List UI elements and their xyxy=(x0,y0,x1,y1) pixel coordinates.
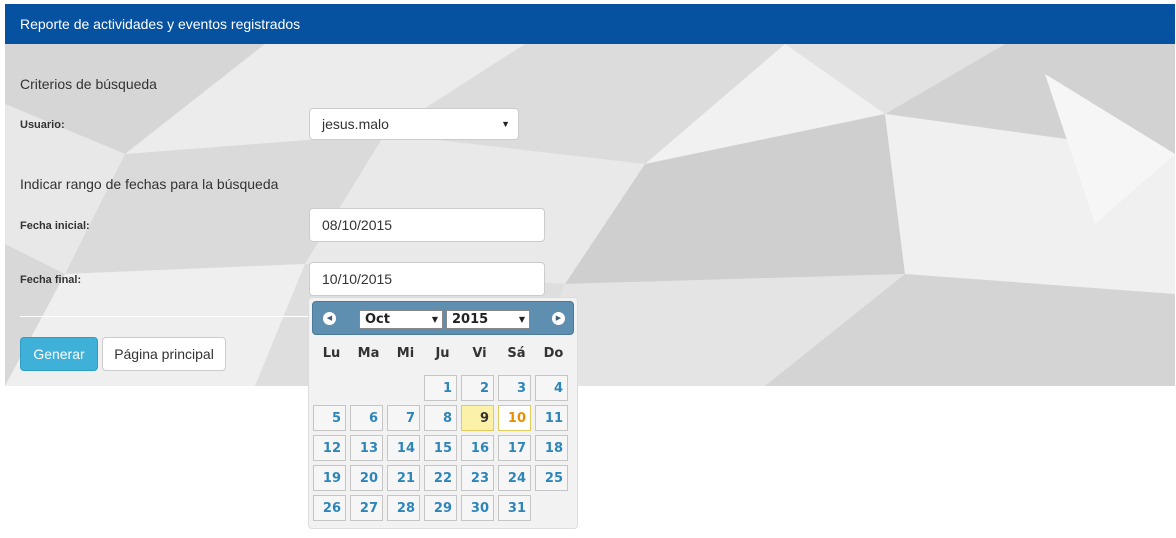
calendar-day[interactable]: 25 xyxy=(535,465,568,491)
user-select[interactable]: jesus.malo ▼ xyxy=(309,108,519,140)
weekday-header: Lu xyxy=(322,346,341,361)
weekday-header: Vi xyxy=(472,346,487,361)
end-date-input[interactable]: 10/10/2015 xyxy=(309,262,545,296)
start-date-input[interactable]: 08/10/2015 xyxy=(309,208,545,242)
form-divider xyxy=(20,316,310,317)
chevron-down-icon: ▼ xyxy=(431,315,438,324)
date-range-heading: Indicar rango de fechas para la búsqueda xyxy=(20,176,279,192)
calendar-day[interactable]: 8 xyxy=(424,405,457,431)
year-select-value: 2015 xyxy=(452,312,489,327)
background-pattern xyxy=(5,44,1175,386)
calendar-day[interactable]: 19 xyxy=(313,465,346,491)
calendar-day[interactable]: 16 xyxy=(461,435,494,461)
weekday-header: Ju xyxy=(435,346,450,361)
calendar-day[interactable]: 15 xyxy=(424,435,457,461)
search-criteria-heading: Criterios de búsqueda xyxy=(20,76,157,92)
calendar-day[interactable]: 3 xyxy=(498,375,531,401)
calendar-day[interactable]: 28 xyxy=(387,495,420,521)
chevron-down-icon: ▼ xyxy=(518,315,525,324)
user-label: Usuario: xyxy=(20,119,65,131)
home-page-button[interactable]: Página principal xyxy=(102,337,226,371)
calendar-day[interactable]: 29 xyxy=(424,495,457,521)
calendar-day[interactable]: 31 xyxy=(498,495,531,521)
calendar-day[interactable]: 2 xyxy=(461,375,494,401)
calendar-day[interactable]: 10 xyxy=(498,405,531,431)
calendar-day[interactable]: 12 xyxy=(313,435,346,461)
end-date-label: Fecha final: xyxy=(20,274,82,286)
datepicker-header: ◀ Oct ▼ 2015 ▼ ▶ xyxy=(312,301,574,335)
calendar-day[interactable]: 6 xyxy=(350,405,383,431)
calendar-day[interactable]: 18 xyxy=(535,435,568,461)
calendar-day[interactable]: 26 xyxy=(313,495,346,521)
calendar-day[interactable]: 11 xyxy=(535,405,568,431)
search-panel: Criterios de búsqueda Usuario: jesus.mal… xyxy=(5,44,1175,386)
weekday-header: Sá xyxy=(507,346,526,361)
calendar-day[interactable]: 13 xyxy=(350,435,383,461)
chevron-right-icon: ▶ xyxy=(555,314,562,322)
weekday-header: Do xyxy=(543,346,564,361)
calendar-day[interactable]: 17 xyxy=(498,435,531,461)
page-title: Reporte de actividades y eventos registr… xyxy=(20,16,301,32)
calendar-day[interactable]: 24 xyxy=(498,465,531,491)
weekday-header: Ma xyxy=(357,346,380,361)
chevron-left-icon: ◀ xyxy=(326,314,333,322)
calendar-day[interactable]: 20 xyxy=(350,465,383,491)
generate-button[interactable]: Generar xyxy=(20,337,98,371)
start-date-label: Fecha inicial: xyxy=(20,220,90,232)
calendar-day[interactable]: 27 xyxy=(350,495,383,521)
calendar-day[interactable]: 22 xyxy=(424,465,457,491)
user-select-value: jesus.malo xyxy=(322,116,389,132)
datepicker-popup: ◀ Oct ▼ 2015 ▼ ▶ Lu Ma Mi Ju Vi Sá Do 1 2 3 4 5 6 7 8 9… xyxy=(308,297,578,529)
calendar-day[interactable]: 5 xyxy=(313,405,346,431)
year-select[interactable]: 2015 ▼ xyxy=(446,310,530,329)
weekday-header: Mi xyxy=(396,346,415,361)
calendar-day[interactable]: 30 xyxy=(461,495,494,521)
month-select-value: Oct xyxy=(365,312,390,327)
calendar-day[interactable]: 23 xyxy=(461,465,494,491)
calendar-day[interactable]: 21 xyxy=(387,465,420,491)
calendar-day[interactable]: 1 xyxy=(424,375,457,401)
calendar-day[interactable]: 4 xyxy=(535,375,568,401)
calendar-day[interactable]: 9 xyxy=(461,405,494,431)
calendar-day[interactable]: 7 xyxy=(387,405,420,431)
page-header-bar: Reporte de actividades y eventos registr… xyxy=(5,4,1175,44)
next-month-button[interactable]: ▶ xyxy=(552,312,565,325)
month-select[interactable]: Oct ▼ xyxy=(359,310,443,329)
calendar-day[interactable]: 14 xyxy=(387,435,420,461)
prev-month-button[interactable]: ◀ xyxy=(323,312,336,325)
chevron-down-icon: ▼ xyxy=(501,119,510,129)
